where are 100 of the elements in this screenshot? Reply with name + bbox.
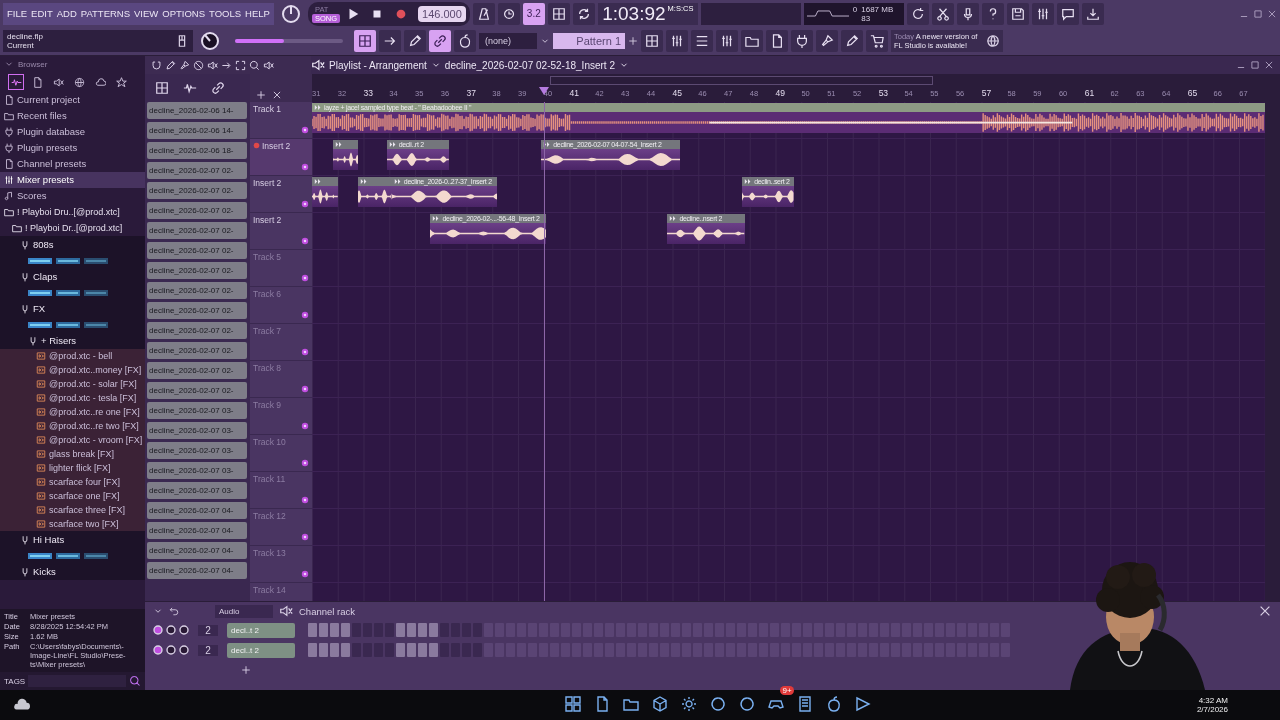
memory-usage: 1687 MB [861,4,894,14]
mixer-track-number[interactable]: 2 [198,624,218,636]
browser-item[interactable]: scarface four [FX] [0,475,145,489]
pattern-item[interactable]: decline_2026-02-07 04- [147,522,247,539]
track-header[interactable]: Track 1 [250,102,312,139]
track-name: Track 14 [253,585,286,595]
menu-item[interactable]: HELP [245,8,270,19]
pattern-item[interactable]: decline_2026-02-07 03- [147,402,247,419]
track-name: Track 11 [253,474,286,484]
browser-item[interactable]: Channel presets [0,156,145,172]
browser-item[interactable]: scarface three [FX] [0,503,145,517]
window-title: Playlist - Arrangement [329,59,427,71]
browser-item[interactable]: scarface two [FX] [0,517,145,531]
bar-number: 49 [775,88,786,98]
channel-rack-title: Channel rack [299,605,355,617]
browser-item[interactable]: 808s [0,236,145,253]
pattern-item[interactable]: decline_2026-02-07 02- [147,322,247,339]
browser-item[interactable]: lighter flick [FX] [0,461,145,475]
menu-item[interactable]: FILE [7,8,28,19]
menu-item[interactable]: OPTIONS [162,8,206,19]
pattern-item[interactable]: decline_2026-02-07 02- [147,202,247,219]
track-name: Track 12 [253,511,286,521]
pattern-item[interactable]: decline_2026-02-07 02- [147,342,247,359]
browser-item[interactable]: ! Playboi Dr..[@prod.xtc] [0,220,145,236]
track-name: Track 13 [253,548,286,558]
tempo-display[interactable]: 146.000 [418,5,466,22]
pattern-item[interactable]: decline_2026-02-07 02- [147,282,247,299]
clip-selector[interactable]: decline_2026-02-07 02-52-18_Insert 2 [444,59,615,71]
toolbar-button[interactable]: 3.2 [522,2,545,25]
notification-badge: 9+ [780,686,794,695]
browser-item[interactable]: Mixer presets [0,172,145,188]
pattern-item[interactable]: decline_2026-02-07 03- [147,422,247,439]
filter-dropdown[interactable]: Audio [215,604,273,618]
clock-time[interactable]: 4:32 AM [1198,696,1228,705]
browser-item[interactable]: glass break [FX] [0,447,145,461]
pattern-item[interactable]: decline_2026-02-07 02- [147,382,247,399]
polyphony-count: 83 [861,13,872,23]
track-header[interactable]: Insert 2 [250,176,312,213]
browser-item[interactable]: @prod.xtc..re one [FX] [0,405,145,419]
mixer-track-number[interactable]: 2 [198,644,218,656]
tags-label: TAGS [4,676,26,686]
pattern-item[interactable]: decline_2026-02-07 02- [147,302,247,319]
browser-item[interactable]: scarface one [FX] [0,489,145,503]
pattern-item[interactable]: decline_2026-02-07 04- [147,562,247,579]
pattern-selector[interactable]: Pattern 1 [553,32,625,49]
track-name: Track 6 [253,289,282,299]
track-name: Insert 2 [262,141,291,151]
pattern-item[interactable]: decline_2026-02-07 02- [147,362,247,379]
pattern-item[interactable]: decline_2026-02-07 03- [147,442,247,459]
menu-item[interactable]: PATTERNS [80,8,131,19]
pattern-item[interactable]: decline_2026-02-07 03- [147,482,247,499]
bar-number: 41 [569,88,580,98]
pattern-item[interactable]: decline_2026-02-07 02- [147,182,247,199]
voice-count: 0 [852,4,858,14]
menu-item[interactable]: ADD [56,8,77,19]
pattern-item[interactable]: decline_2026-02-07 02- [147,222,247,239]
browser-item[interactable]: ! Playboi Dru..[@prod.xtc] [0,204,145,220]
pattern-item[interactable]: decline_2026-02-06 18- [147,142,247,159]
browser-item[interactable]: Kicks [0,563,145,580]
browser-item[interactable]: @prod.xtc - tesla [FX] [0,391,145,405]
browser-item[interactable]: Current project [0,92,145,108]
menu-item[interactable]: VIEW [134,8,159,19]
browser-item[interactable]: + Risers [0,332,145,349]
browser-item[interactable]: Hi Hats [0,531,145,548]
browser-title: Browser [18,59,48,69]
bar-number: 61 [1084,88,1095,98]
pattern-item[interactable]: decline_2026-02-07 02- [147,162,247,179]
browser-item[interactable]: @prod.xtc - solar [FX] [0,377,145,391]
pattern-item[interactable]: decline_2026-02-07 02- [147,262,247,279]
bar-number: 45 [672,88,683,98]
browser-item[interactable]: Scores [0,188,145,204]
bar-number: 65 [1187,88,1198,98]
browser-item[interactable]: Recent files [0,108,145,124]
browser-item[interactable]: @prod.xtc - bell [0,349,145,363]
clock-date[interactable]: 2/7/2026 [1196,705,1228,714]
track-header[interactable]: Insert 2 [250,213,312,250]
pattern-item[interactable]: decline_2026-02-07 04- [147,502,247,519]
browser-item[interactable]: FX [0,300,145,317]
track-name: Track 5 [253,252,282,262]
channel-button[interactable]: decl..t 2 [227,622,295,638]
pattern-item[interactable]: decline_2026-02-06 14- [147,102,247,119]
snap-dropdown[interactable]: (none) [479,32,537,49]
browser-item[interactable]: @prod.xtc..money [FX] [0,363,145,377]
browser-item[interactable]: Claps [0,268,145,285]
menu-item[interactable]: EDIT [31,8,53,19]
channel-button[interactable]: decl..t 2 [227,642,295,658]
browser-item[interactable]: Plugin presets [0,140,145,156]
track-name: Insert 2 [253,215,282,225]
pattern-item[interactable]: decline_2026-02-07 02- [147,242,247,259]
track-header[interactable]: Insert 2 [250,139,312,176]
browser-item[interactable]: @prod.xtc - vroom [FX] [0,433,145,447]
pattern-item[interactable]: decline_2026-02-06 14- [147,122,247,139]
pattern-item[interactable]: decline_2026-02-07 04- [147,542,247,559]
track-name: Insert 2 [253,178,282,188]
pattern-item[interactable]: decline_2026-02-07 03- [147,462,247,479]
browser-item[interactable]: Plugin database [0,124,145,140]
song-time: 1:03:92 [602,2,666,25]
browser-item[interactable]: @prod.xtc..re two [FX] [0,419,145,433]
bar-number: 57 [981,88,992,98]
menu-item[interactable]: TOOLS [209,8,242,19]
